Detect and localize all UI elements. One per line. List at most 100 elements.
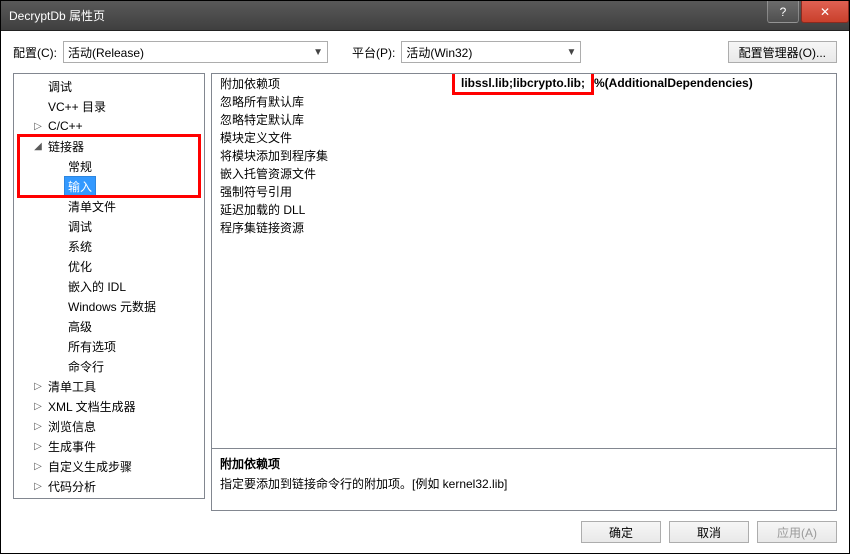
tree-item-label: 嵌入的 IDL [64, 276, 130, 297]
tree-item[interactable]: 命令行 [14, 356, 204, 376]
property-row[interactable]: 强制符号引用 [212, 182, 836, 200]
close-button[interactable]: ✕ [801, 1, 849, 23]
content-area: 配置(C): 活动(Release) ▼ 平台(P): 活动(Win32) ▼ … [1, 31, 849, 553]
property-row[interactable]: 嵌入托管资源文件 [212, 164, 836, 182]
tree-item-label: 链接器 [44, 136, 88, 157]
tree-item-label: 清单工具 [44, 376, 100, 397]
cancel-button[interactable]: 取消 [669, 521, 749, 543]
platform-dropdown[interactable]: 活动(Win32) ▼ [401, 41, 581, 63]
property-row[interactable]: 模块定义文件 [212, 128, 836, 146]
tree-item-label: 清单文件 [64, 196, 120, 217]
tree-item[interactable]: 系统 [14, 236, 204, 256]
tree-pane[interactable]: 调试VC++ 目录▷C/C++◢链接器常规输入清单文件调试系统优化嵌入的 IDL… [13, 73, 205, 499]
expand-icon[interactable]: ▷ [32, 381, 44, 392]
help-button[interactable]: ? [767, 1, 799, 23]
description-title: 附加依赖项 [220, 455, 828, 472]
tree-item[interactable]: ▷生成事件 [14, 436, 204, 456]
property-name: 忽略所有默认库 [212, 93, 452, 110]
config-dropdown[interactable]: 活动(Release) ▼ [63, 41, 328, 63]
platform-label: 平台(P): [352, 44, 395, 61]
chevron-down-icon: ▼ [309, 47, 323, 58]
highlight-box: libssl.lib;libcrypto.lib; [452, 73, 594, 95]
tree-item-label: 浏览信息 [44, 416, 100, 437]
property-row[interactable]: 程序集链接资源 [212, 218, 836, 236]
config-label: 配置(C): [13, 44, 57, 61]
property-name: 强制符号引用 [212, 183, 452, 200]
property-name: 将模块添加到程序集 [212, 147, 452, 164]
expand-icon[interactable]: ▷ [32, 421, 44, 432]
property-name: 程序集链接资源 [212, 219, 452, 236]
expand-icon[interactable]: ▷ [32, 121, 44, 132]
tree-item-label: Windows 元数据 [64, 296, 160, 317]
close-icon: ✕ [820, 6, 830, 18]
right-pane: 附加依赖项libssl.lib;libcrypto.lib;%(Addition… [211, 73, 837, 511]
config-manager-button[interactable]: 配置管理器(O)... [728, 41, 837, 63]
footer-buttons: 确定 取消 应用(A) [13, 511, 837, 543]
expand-icon[interactable]: ▷ [32, 441, 44, 452]
property-row[interactable]: 将模块添加到程序集 [212, 146, 836, 164]
tree-item[interactable]: 调试 [14, 76, 204, 96]
description-box: 附加依赖项 指定要添加到链接命令行的附加项。[例如 kernel32.lib] [211, 449, 837, 511]
tree-item[interactable]: Windows 元数据 [14, 296, 204, 316]
tree-item-label: 系统 [64, 236, 96, 257]
help-icon: ? [780, 6, 787, 18]
window-title: DecryptDb 属性页 [9, 7, 765, 24]
tree-item[interactable]: 调试 [14, 216, 204, 236]
property-name: 忽略特定默认库 [212, 111, 452, 128]
tree-item[interactable]: 常规 [14, 156, 204, 176]
tree-item-label: 输入 [64, 176, 96, 197]
config-value: 活动(Release) [68, 44, 309, 61]
property-value[interactable]: libssl.lib;libcrypto.lib;%(AdditionalDep… [452, 73, 836, 95]
window: DecryptDb 属性页 ? ✕ 配置(C): 活动(Release) ▼ 平… [0, 0, 850, 554]
tree-item[interactable]: ▷自定义生成步骤 [14, 456, 204, 476]
tree-item[interactable]: ◢链接器 [14, 136, 204, 156]
tree-item-label: 调试 [44, 76, 76, 97]
tree-item-label: VC++ 目录 [44, 96, 110, 117]
tree-item-label: 所有选项 [64, 336, 120, 357]
tree-item[interactable]: 高级 [14, 316, 204, 336]
expand-icon[interactable]: ◢ [32, 141, 44, 152]
window-controls: ? ✕ [765, 1, 849, 30]
tree-item-label: XML 文档生成器 [44, 396, 140, 417]
tree-item[interactable]: ▷浏览信息 [14, 416, 204, 436]
expand-icon[interactable]: ▷ [32, 481, 44, 492]
titlebar: DecryptDb 属性页 ? ✕ [1, 1, 849, 31]
tree-item[interactable]: ▷XML 文档生成器 [14, 396, 204, 416]
config-bar: 配置(C): 活动(Release) ▼ 平台(P): 活动(Win32) ▼ … [13, 41, 837, 63]
tree-item[interactable]: 嵌入的 IDL [14, 276, 204, 296]
description-body: 指定要添加到链接命令行的附加项。[例如 kernel32.lib] [220, 475, 828, 492]
tree-item[interactable]: ▷C/C++ [14, 116, 204, 136]
expand-icon[interactable]: ▷ [32, 461, 44, 472]
ok-button[interactable]: 确定 [581, 521, 661, 543]
tree-item-label: 生成事件 [44, 436, 100, 457]
tree-item-label: 调试 [64, 216, 96, 237]
property-name: 模块定义文件 [212, 129, 452, 146]
tree-item-label: 常规 [64, 156, 96, 177]
tree-item[interactable]: ▷清单工具 [14, 376, 204, 396]
property-row[interactable]: 附加依赖项libssl.lib;libcrypto.lib;%(Addition… [212, 74, 836, 92]
apply-button[interactable]: 应用(A) [757, 521, 837, 543]
tree-item-label: 自定义生成步骤 [44, 456, 136, 477]
property-row[interactable]: 延迟加载的 DLL [212, 200, 836, 218]
property-name: 附加依赖项 [212, 75, 452, 92]
chevron-down-icon: ▼ [562, 47, 576, 58]
property-row[interactable]: 忽略特定默认库 [212, 110, 836, 128]
tree-item[interactable]: ▷代码分析 [14, 476, 204, 496]
tree-item-label: 高级 [64, 316, 96, 337]
tree-item[interactable]: 优化 [14, 256, 204, 276]
property-name: 嵌入托管资源文件 [212, 165, 452, 182]
tree-item[interactable]: VC++ 目录 [14, 96, 204, 116]
tree-item[interactable]: 输入 [14, 176, 204, 196]
tree-item[interactable]: 所有选项 [14, 336, 204, 356]
tree-item-label: 代码分析 [44, 476, 100, 497]
tree-item[interactable]: 清单文件 [14, 196, 204, 216]
property-list[interactable]: 附加依赖项libssl.lib;libcrypto.lib;%(Addition… [211, 73, 837, 449]
tree-item-label: 优化 [64, 256, 96, 277]
tree-item-label: C/C++ [44, 117, 87, 135]
tree-wrap: 调试VC++ 目录▷C/C++◢链接器常规输入清单文件调试系统优化嵌入的 IDL… [13, 73, 205, 511]
property-name: 延迟加载的 DLL [212, 201, 452, 218]
body-split: 调试VC++ 目录▷C/C++◢链接器常规输入清单文件调试系统优化嵌入的 IDL… [13, 73, 837, 511]
platform-value: 活动(Win32) [406, 44, 562, 61]
tree-item-label: 命令行 [64, 356, 108, 377]
expand-icon[interactable]: ▷ [32, 401, 44, 412]
